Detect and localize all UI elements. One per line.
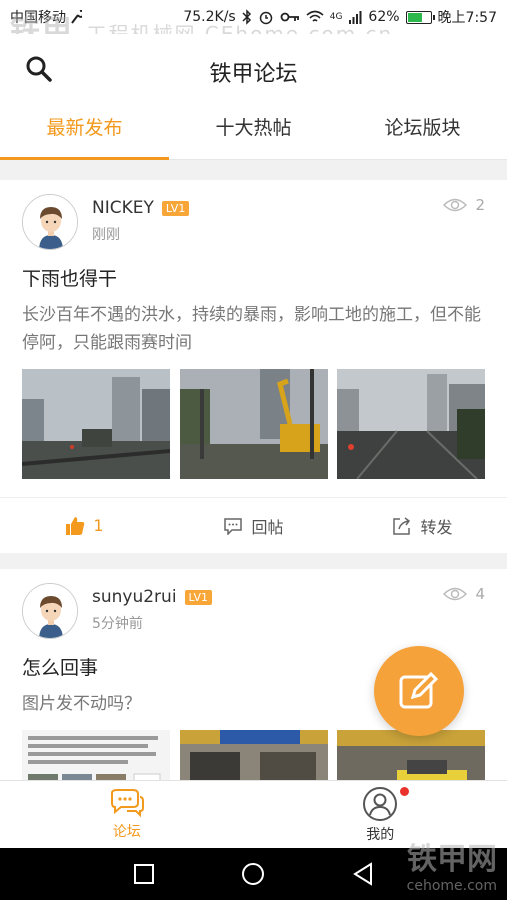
- share-icon: [393, 516, 411, 535]
- reply-label: 回帖: [251, 517, 284, 537]
- nav-forum-label: 论坛: [112, 823, 141, 840]
- avatar[interactable]: [22, 583, 78, 639]
- post-time: 5分钟前: [92, 616, 143, 632]
- chat-bubbles-icon: [110, 788, 144, 817]
- network-speed: 75.2K/s: [183, 9, 236, 25]
- comment-icon: [224, 517, 243, 535]
- tab-bar: 最新发布 十大热帖 论坛版块: [0, 102, 507, 160]
- nav-forum[interactable]: 论坛: [0, 781, 254, 848]
- key-icon: [280, 12, 299, 22]
- tab-sections[interactable]: 论坛版块: [338, 102, 507, 159]
- post-image-2[interactable]: [179, 369, 328, 479]
- post-actions: 1 回帖 转发: [0, 497, 507, 553]
- view-count: 2: [443, 196, 485, 214]
- username[interactable]: NICKEY: [92, 198, 154, 218]
- share-label: 转发: [420, 517, 453, 537]
- post-card[interactable]: NICKEY LV1 刚刚 2 下雨也得干 长沙百年不遇的洪水，持续的暴雨，影响…: [0, 180, 507, 553]
- wifi-icon: [306, 10, 324, 22]
- like-count: 1: [93, 516, 104, 535]
- post-feed: NICKEY LV1 刚刚 2 下雨也得干 长沙百年不遇的洪水，持续的暴雨，影响…: [0, 180, 507, 840]
- post-header: NICKEY LV1 刚刚 2: [22, 194, 485, 250]
- battery-percent: 62%: [368, 9, 400, 25]
- status-bar: 中国移动 75.2K/s 4G 62% 晚上7:57: [0, 0, 507, 34]
- network-type: 4G: [329, 12, 343, 22]
- battery-icon: [405, 10, 435, 24]
- level-badge: LV1: [161, 200, 190, 216]
- bluetooth-icon: [242, 9, 251, 25]
- user-avatar-icon: [23, 195, 77, 249]
- notification-dot: [399, 787, 409, 796]
- post-image-3[interactable]: [337, 369, 485, 479]
- eye-icon: [443, 198, 468, 212]
- post-meta: sunyu2rui LV1 5分钟前: [92, 583, 212, 633]
- home-icon[interactable]: [241, 862, 265, 886]
- like-button[interactable]: 1: [0, 498, 169, 553]
- reply-button[interactable]: 回帖: [169, 498, 338, 553]
- user-avatar-icon: [23, 584, 77, 638]
- level-badge: LV1: [184, 589, 212, 605]
- post-meta: NICKEY LV1 刚刚: [92, 194, 190, 244]
- wrench-icon: [71, 10, 82, 24]
- edit-icon: [399, 671, 439, 709]
- alarm-icon: [259, 11, 272, 25]
- nav-mine-label: 我的: [366, 826, 395, 843]
- tab-top-ten[interactable]: 十大热帖: [169, 102, 338, 159]
- post-images: [22, 369, 485, 479]
- recent-apps-icon[interactable]: [133, 863, 155, 885]
- avatar[interactable]: [22, 194, 78, 250]
- page-title: 铁甲论坛: [209, 62, 298, 87]
- user-line: sunyu2rui LV1: [92, 587, 212, 607]
- share-button[interactable]: 转发: [338, 498, 507, 553]
- post-image-1[interactable]: [22, 369, 170, 479]
- carrier-text: 中国移动: [10, 10, 66, 26]
- compose-post-button[interactable]: [374, 646, 464, 736]
- username[interactable]: sunyu2rui: [92, 587, 177, 607]
- view-count-number: 4: [475, 585, 485, 603]
- post-body[interactable]: 长沙百年不遇的洪水，持续的暴雨，影响工地的施工，但不能停阿，只能跟雨赛时间: [22, 301, 485, 357]
- back-icon[interactable]: [352, 862, 374, 886]
- watermark-bottom-right-text: 铁甲网: [407, 842, 497, 877]
- watermark-bottom-right: 铁甲网 cehome.com: [407, 834, 497, 894]
- thumbs-up-icon: [66, 516, 85, 535]
- app-header: 铁甲论坛: [0, 34, 507, 102]
- tab-latest[interactable]: 最新发布: [0, 102, 169, 160]
- post-title[interactable]: 下雨也得干: [22, 264, 485, 291]
- eye-icon: [443, 587, 468, 601]
- watermark-bottom-right-sub: cehome.com: [406, 878, 497, 894]
- clock-time: 晚上7:57: [437, 10, 497, 26]
- post-time: 刚刚: [92, 227, 120, 243]
- view-count: 4: [443, 585, 485, 603]
- status-left: 中国移动: [10, 7, 82, 27]
- signal-icon: [349, 11, 362, 24]
- profile-icon: [363, 786, 398, 821]
- view-count-number: 2: [475, 196, 485, 214]
- post-header: sunyu2rui LV1 5分钟前 4: [22, 583, 485, 639]
- user-line: NICKEY LV1: [92, 198, 190, 218]
- status-right: 75.2K/s 4G 62% 晚上7:57: [183, 7, 497, 27]
